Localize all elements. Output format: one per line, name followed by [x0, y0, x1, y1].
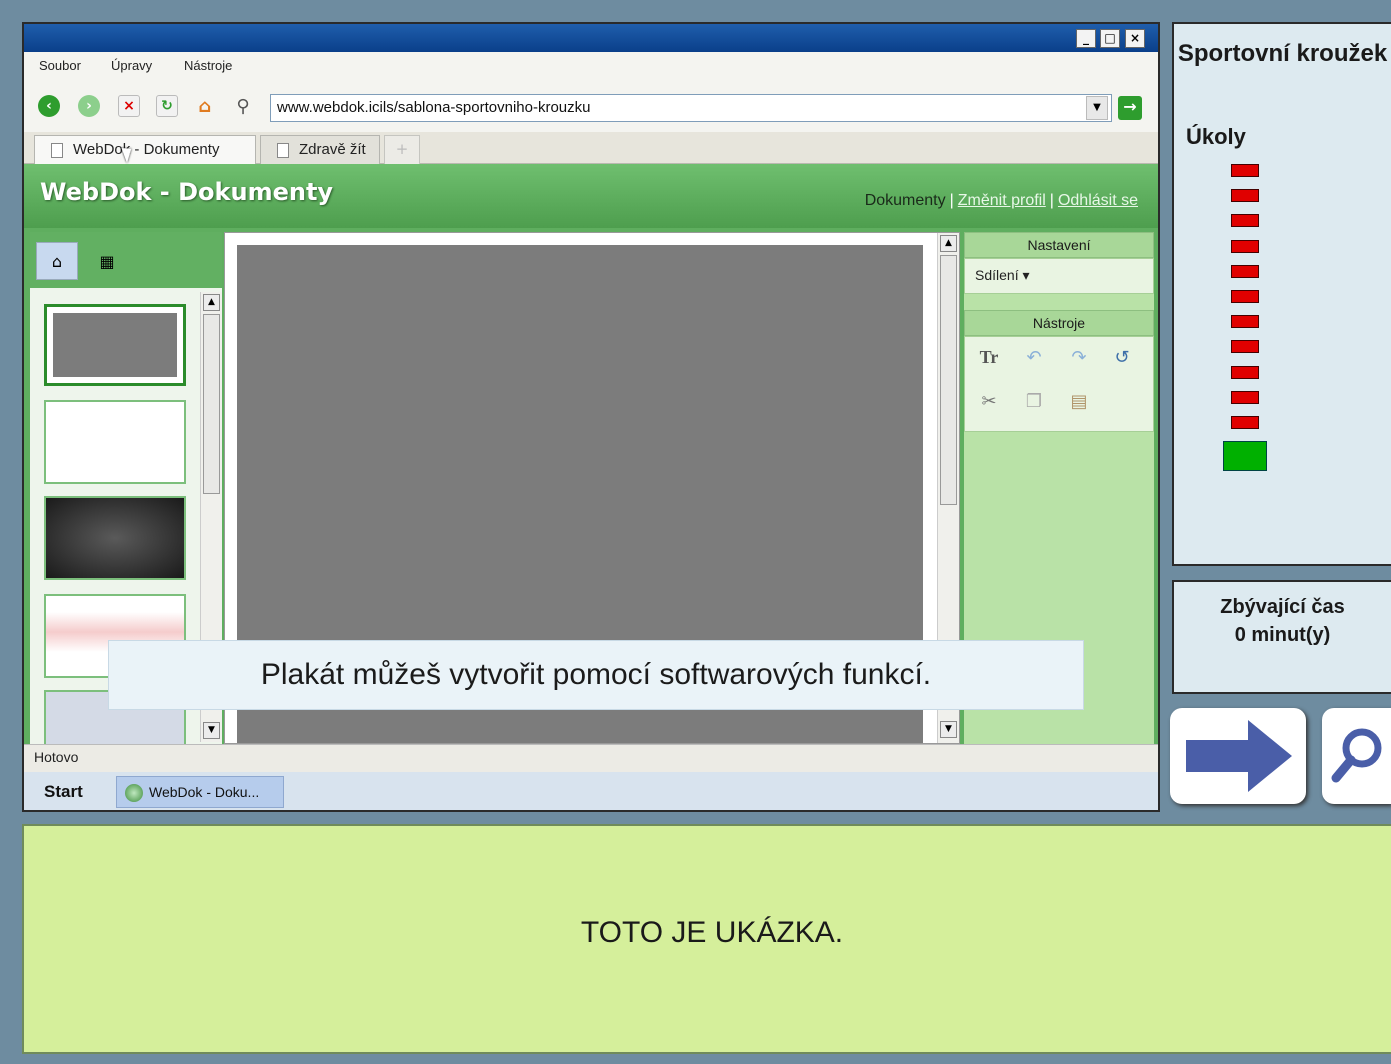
document-icon: [51, 143, 63, 158]
scroll-down-icon[interactable]: ▼: [940, 721, 957, 738]
hint-tooltip: Plakát můžeš vytvořit pomocí softwarovýc…: [108, 640, 1084, 710]
status-bar: Hotovo: [24, 744, 1158, 772]
taskbar-item-label: WebDok - Doku...: [149, 784, 260, 800]
scroll-thumb[interactable]: [203, 314, 220, 494]
tab-webdok[interactable]: WebDok - Dokumenty: [34, 135, 256, 164]
new-tab-button[interactable]: +: [384, 135, 420, 164]
next-button[interactable]: [1170, 708, 1306, 804]
paste-icon[interactable]: ▤: [1065, 387, 1093, 415]
restore-button[interactable]: □: [1100, 29, 1120, 48]
slide-thumbnail-3[interactable]: [44, 496, 186, 580]
logout-link[interactable]: Odhlásit se: [1058, 192, 1138, 209]
start-button[interactable]: Start: [44, 782, 83, 802]
task-indicator-4: [1231, 239, 1259, 253]
link-separator: |: [1049, 192, 1054, 209]
forward-icon[interactable]: ›: [78, 95, 100, 117]
taskbar: Start WebDok - Doku...: [24, 772, 1158, 810]
back-icon[interactable]: ‹: [38, 95, 60, 117]
tasks-label: Úkoly: [1186, 124, 1246, 149]
link-separator: |: [949, 192, 954, 209]
browser-window: _ □ × Soubor Úpravy Nástroje ‹ › × ↻ ⌂ ⚲…: [22, 22, 1160, 812]
task-indicator-7: [1231, 315, 1259, 329]
settings-header: Nastavení: [964, 232, 1154, 258]
slide-thumbnail-1[interactable]: [44, 304, 186, 386]
module-title: Sportovní kroužek: [1177, 40, 1388, 67]
menu-upravy[interactable]: Úpravy: [111, 58, 152, 73]
home-icon[interactable]: ⌂: [194, 95, 216, 117]
menu-soubor[interactable]: Soubor: [39, 58, 81, 73]
redo-icon[interactable]: ↷: [1065, 343, 1093, 371]
cut-icon[interactable]: ✂: [975, 387, 1003, 415]
tasks-panel: Sportovní kroužek Úkoly: [1172, 22, 1391, 566]
task-indicator-8: [1231, 340, 1259, 354]
browser-icon: [125, 784, 143, 802]
task-indicator-6: [1231, 290, 1259, 303]
task-indicator-9: [1231, 365, 1259, 379]
slides-panel-toolbar: ⌂ ▦: [30, 232, 222, 288]
documents-link[interactable]: Dokumenty: [865, 192, 946, 209]
scroll-thumb[interactable]: [940, 255, 957, 505]
tools-box: Tr ↶ ↷ ↺ ✂ ❐ ▤: [964, 336, 1154, 432]
slide-thumbnail-2[interactable]: [44, 400, 186, 484]
task-indicator-11: [1231, 416, 1259, 429]
scroll-up-icon[interactable]: ▲: [203, 294, 220, 311]
scroll-up-icon[interactable]: ▲: [940, 235, 957, 252]
instruction-bar: TOTO JE UKÁZKA.: [22, 824, 1391, 1054]
browser-toolbar: ‹ › × ↻ ⌂ ⚲ www.webdok.icils/sablona-spo…: [24, 80, 1158, 132]
task-indicator-5: [1231, 264, 1259, 278]
window-titlebar: _ □ ×: [24, 24, 1158, 52]
stop-icon[interactable]: ×: [118, 95, 140, 117]
magnifier-icon: [1331, 728, 1382, 783]
instruction-text: TOTO JE UKÁZKA.: [580, 916, 844, 949]
home-view-icon[interactable]: ⌂: [36, 242, 78, 280]
tools-header: Nástroje: [964, 310, 1154, 336]
change-profile-link[interactable]: Změnit profil: [958, 192, 1046, 209]
task-indicator-3: [1231, 214, 1259, 228]
task-indicator-12: [1223, 441, 1267, 472]
menu-bar: Soubor Úpravy Nástroje: [24, 52, 1158, 80]
task-indicator-2: [1231, 189, 1259, 203]
grid-view-icon[interactable]: ▦: [86, 242, 128, 280]
zoom-button[interactable]: [1322, 708, 1391, 804]
time-remaining-label: Zbývající čas: [1220, 596, 1345, 618]
text-format-icon[interactable]: Tr: [975, 343, 1003, 371]
tab-label: WebDok - Dokumenty: [73, 141, 220, 158]
document-icon: [277, 143, 289, 158]
taskbar-item-webdok[interactable]: WebDok - Doku...: [116, 776, 284, 808]
refresh-icon[interactable]: ↻: [156, 95, 178, 117]
share-dropdown[interactable]: Sdílení ▾: [975, 267, 1030, 284]
go-button[interactable]: →: [1118, 96, 1142, 120]
task-indicator-10: [1231, 390, 1259, 404]
time-remaining-value: 0 minut(y): [1234, 624, 1331, 646]
scroll-down-icon[interactable]: ▼: [203, 722, 220, 739]
menu-nastroje[interactable]: Nástroje: [184, 58, 232, 73]
address-bar[interactable]: www.webdok.icils/sablona-sportovniho-kro…: [270, 94, 1112, 122]
tab-label: Zdravě žít: [299, 141, 366, 158]
header-links: Dokumenty | Změnit profil | Odhlásit se: [865, 192, 1138, 210]
tab-bar: WebDok - Dokumenty Zdravě žít +: [24, 132, 1158, 164]
webdok-title: WebDok - Dokumenty: [40, 178, 334, 206]
task-indicator-1: [1231, 164, 1259, 177]
tab-zdrave-zit[interactable]: Zdravě žít: [260, 135, 380, 164]
close-button[interactable]: ×: [1125, 29, 1145, 48]
settings-box: Sdílení ▾: [964, 258, 1154, 294]
arrow-right-icon: [1186, 720, 1292, 792]
undo-icon[interactable]: ↶: [1020, 343, 1048, 371]
minimize-button[interactable]: _: [1076, 29, 1096, 48]
copy-icon[interactable]: ❐: [1020, 387, 1048, 415]
address-dropdown-icon[interactable]: ▼: [1086, 96, 1108, 120]
webdok-header: WebDok - Dokumenty Dokumenty | Změnit prof…: [24, 164, 1158, 228]
reset-icon[interactable]: ↺: [1108, 343, 1136, 371]
time-panel: Zbývající čas 0 minut(y): [1172, 580, 1391, 694]
search-icon[interactable]: ⚲: [232, 95, 254, 117]
